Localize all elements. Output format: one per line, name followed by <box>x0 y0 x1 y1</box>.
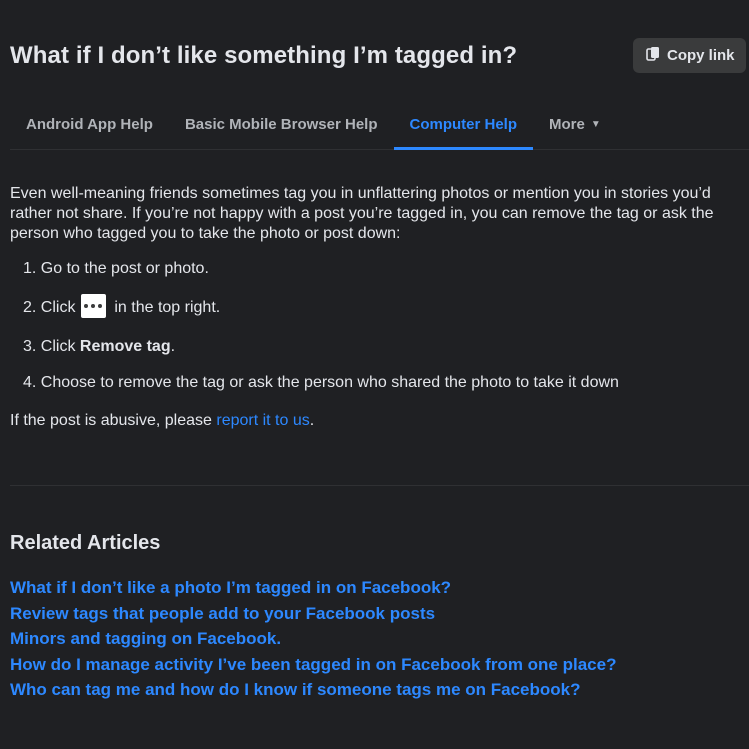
step-text: . <box>170 338 176 355</box>
step-2: 2. Click in the top right. <box>23 294 221 320</box>
report-link[interactable]: report it to us <box>216 412 309 429</box>
remove-tag-emphasis: Remove tag <box>79 338 171 355</box>
tab-label: More <box>549 115 585 133</box>
step-text: 3. Click <box>23 338 76 355</box>
section-divider <box>10 485 749 486</box>
related-article-link[interactable]: Review tags that people add to your Face… <box>10 604 616 630</box>
tab-more[interactable]: More ▼ <box>533 100 617 148</box>
help-page: What if I don’t like something I’m tagge… <box>0 0 749 749</box>
tab-label: Computer Help <box>409 115 518 133</box>
related-article-link[interactable]: Who can tag me and how do I know if some… <box>10 680 616 706</box>
tab-basic-mobile-browser-help[interactable]: Basic Mobile Browser Help <box>169 100 394 148</box>
copy-link-label: Copy link <box>667 47 735 64</box>
step-text: in the top right. <box>114 299 221 317</box>
step-3: 3. Click Remove tag. <box>23 338 175 356</box>
copy-link-button[interactable]: Copy link <box>633 38 746 73</box>
step-text: 2. Click <box>23 299 76 317</box>
platform-tabs: Android App Help Basic Mobile Browser He… <box>10 100 749 150</box>
step-text: 4. Choose to remove the tag or ask the p… <box>23 374 619 391</box>
tab-android-app-help[interactable]: Android App Help <box>10 100 169 148</box>
article-intro: Even well-meaning friends sometimes tag … <box>10 185 714 242</box>
related-article-link[interactable]: What if I don’t like a photo I’m tagged … <box>10 578 616 604</box>
step-4: 4. Choose to remove the tag or ask the p… <box>23 374 619 392</box>
step-text: 1. Go to the post or photo. <box>23 260 209 277</box>
copy-icon <box>645 46 667 66</box>
related-article-link[interactable]: How do I manage activity I’ve been tagge… <box>10 655 616 681</box>
abuse-note: If the post is abusive, please report it… <box>10 412 314 430</box>
step-1: 1. Go to the post or photo. <box>23 260 209 278</box>
page-title: What if I don’t like something I’m tagge… <box>10 42 518 69</box>
caret-down-icon: ▼ <box>590 118 601 130</box>
tab-label: Android App Help <box>26 115 153 133</box>
tab-label: Basic Mobile Browser Help <box>184 115 378 133</box>
abuse-text: If the post is abusive, please <box>10 412 212 429</box>
related-articles-list: What if I don’t like a photo I’m tagged … <box>10 578 616 706</box>
abuse-text-end: . <box>309 412 315 429</box>
more-options-icon <box>80 294 106 318</box>
tab-computer-help[interactable]: Computer Help <box>393 100 534 150</box>
related-articles-heading: Related Articles <box>10 532 161 554</box>
related-article-link[interactable]: Minors and tagging on Facebook. <box>10 629 616 655</box>
